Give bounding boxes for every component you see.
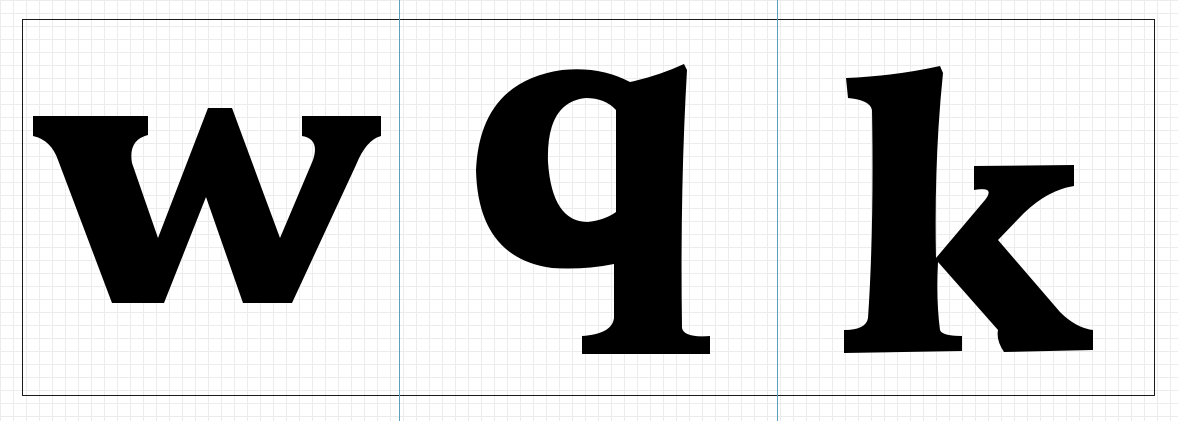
glyph-drawing [33,64,1093,354]
glyph-canvas [0,0,1178,421]
glyph-w [33,108,381,303]
glyph-k [844,66,1093,353]
glyph-q [476,64,710,354]
